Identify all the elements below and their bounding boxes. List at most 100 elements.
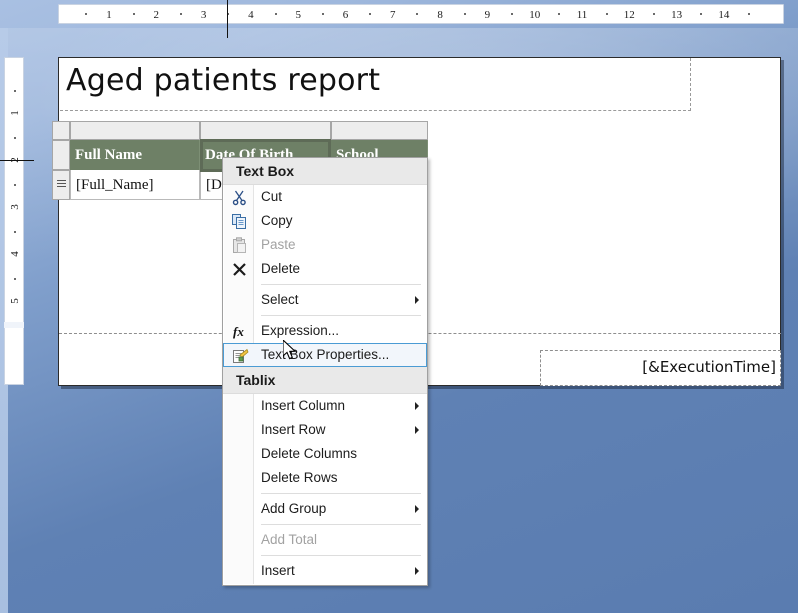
context-menu-section-title-tablix: Tablix	[223, 367, 427, 394]
ruler-tick-13: 13	[671, 9, 683, 21]
expression-icon: fx	[233, 324, 244, 339]
ruler-tick-6: 6	[342, 9, 349, 21]
context-menu-separator	[261, 555, 421, 556]
context-menu-separator	[261, 524, 421, 525]
context-menu-item-label: Expression...	[261, 323, 340, 338]
ruler-tick-7: 7	[390, 9, 396, 21]
tablix-column-handle-school[interactable]	[331, 121, 428, 140]
tablix-column-handle-date-of-birth[interactable]	[200, 121, 331, 140]
expression-icon: fx	[231, 323, 248, 340]
ruler-tick-1: 1	[106, 9, 112, 21]
ruler-minor-tick	[14, 89, 16, 92]
delete-icon	[231, 261, 248, 278]
properties-icon	[232, 348, 249, 365]
report-title-text: Aged patients report	[66, 63, 381, 98]
ruler-tick-9: 9	[484, 9, 491, 21]
ruler-minor-tick	[132, 13, 135, 15]
delete-icon	[233, 263, 246, 276]
context-menu-section-title-text-box: Text Box	[223, 158, 427, 185]
context-menu-item-label: Insert	[261, 563, 295, 578]
ruler-minor-tick	[14, 136, 16, 139]
properties-icon	[233, 348, 249, 363]
context-menu-item-label: Paste	[261, 237, 296, 252]
ruler-tick-5: 5	[295, 9, 301, 21]
ruler-minor-tick	[511, 13, 514, 15]
tablix-row-handle-header[interactable]	[52, 140, 70, 170]
tablix-detail-text: [Full_Name]	[76, 177, 154, 193]
context-menu-item-copy[interactable]: Copy	[223, 209, 427, 233]
context-menu-item-label: Select	[261, 292, 299, 307]
tablix-header-cell-full-name[interactable]: Full Name	[70, 140, 200, 170]
horizontal-ruler[interactable]: 1 2 3 4 5 6 7 8 9 10 11 12 13 14	[58, 4, 784, 24]
ruler-minor-tick	[652, 13, 655, 15]
ruler-tick-10: 10	[529, 9, 541, 21]
ruler-minor-tick	[369, 13, 372, 15]
copy-icon	[231, 213, 248, 230]
context-menu-item-delete[interactable]: Delete	[223, 257, 427, 281]
ruler-tick-4: 4	[248, 9, 254, 21]
ruler-minor-tick	[747, 13, 750, 15]
vertical-margin-marker	[0, 160, 34, 161]
row-grip-icon	[56, 180, 66, 187]
v-ruler-tick-3: 3	[9, 204, 21, 210]
ruler-tick-14: 14	[718, 9, 730, 21]
context-menu-item-label: Insert Row	[261, 422, 326, 437]
context-menu-item-insert-column[interactable]: Insert Column	[223, 394, 427, 418]
submenu-arrow-icon	[415, 426, 419, 434]
report-designer-window: 1234567891011121314 12345 Aged patients …	[0, 0, 798, 613]
ruler-minor-tick	[14, 230, 16, 233]
ruler-minor-tick	[416, 13, 419, 15]
cut-icon	[231, 189, 248, 206]
context-menu-item-label: Delete	[261, 261, 301, 276]
context-menu-item-expression[interactable]: fx Expression...	[223, 319, 427, 343]
context-menu-item-delete-columns[interactable]: Delete Columns	[223, 442, 427, 466]
context-menu-item-add-group[interactable]: Add Group	[223, 497, 427, 521]
context-menu-item-label: Cut	[261, 189, 283, 204]
tablix-detail-cell-full-name[interactable]: [Full_Name]	[70, 170, 200, 200]
ruler-minor-tick	[605, 13, 608, 15]
ruler-minor-tick	[274, 13, 277, 15]
context-menu-separator	[261, 493, 421, 494]
ruler-tick-8: 8	[437, 9, 443, 21]
tablix-column-handles	[52, 121, 428, 140]
context-menu-item-delete-rows[interactable]: Delete Rows	[223, 466, 427, 490]
context-menu-item-paste: Paste	[223, 233, 427, 257]
ruler-minor-tick	[14, 183, 16, 186]
v-ruler-tick-4: 4	[9, 251, 21, 257]
ruler-tick-12: 12	[623, 9, 635, 21]
tablix-column-handle-full-name[interactable]	[70, 121, 200, 140]
context-menu[interactable]: Text Box Cut Copy Paste Delete Select fx Expres…	[222, 157, 428, 586]
v-ruler-tick-1: 1	[9, 110, 21, 116]
tablix-header-text: Full Name	[75, 147, 143, 163]
context-menu-item-add-total: Add Total	[223, 528, 427, 552]
context-menu-item-cut[interactable]: Cut	[223, 185, 427, 209]
ruler-minor-tick	[558, 13, 561, 15]
submenu-arrow-icon	[415, 505, 419, 513]
tablix-row-handle-detail[interactable]	[52, 170, 70, 200]
horizontal-margin-marker	[227, 0, 228, 38]
v-ruler-tick-5: 5	[9, 298, 21, 304]
context-menu-separator	[261, 284, 421, 285]
context-menu-item-insert-row[interactable]: Insert Row	[223, 418, 427, 442]
paste-icon	[231, 237, 248, 254]
submenu-arrow-icon	[415, 296, 419, 304]
context-menu-item-label: Text Box Properties...	[261, 347, 390, 362]
copy-icon	[232, 214, 246, 229]
report-title-textbox[interactable]: Aged patients report	[60, 58, 691, 111]
context-menu-item-label: Copy	[261, 213, 293, 228]
vertical-ruler-gap	[4, 322, 24, 328]
context-menu-item-text-box-properties[interactable]: Text Box Properties...	[223, 343, 427, 367]
ruler-tick-3: 3	[200, 9, 207, 21]
context-menu-item-insert[interactable]: Insert	[223, 559, 427, 583]
context-menu-item-label: Delete Rows	[261, 470, 338, 485]
svg-text:fx: fx	[233, 324, 244, 339]
ruler-tick-11: 11	[576, 9, 588, 21]
paste-icon	[233, 237, 246, 253]
ruler-minor-tick	[179, 13, 182, 15]
vertical-ruler[interactable]: 12345	[4, 57, 24, 385]
ruler-minor-tick	[700, 13, 703, 15]
execution-time-textbox[interactable]: [&ExecutionTime]	[540, 350, 781, 386]
context-menu-item-select[interactable]: Select	[223, 288, 427, 312]
context-menu-item-label: Delete Columns	[261, 446, 358, 461]
ruler-minor-tick	[85, 13, 88, 15]
